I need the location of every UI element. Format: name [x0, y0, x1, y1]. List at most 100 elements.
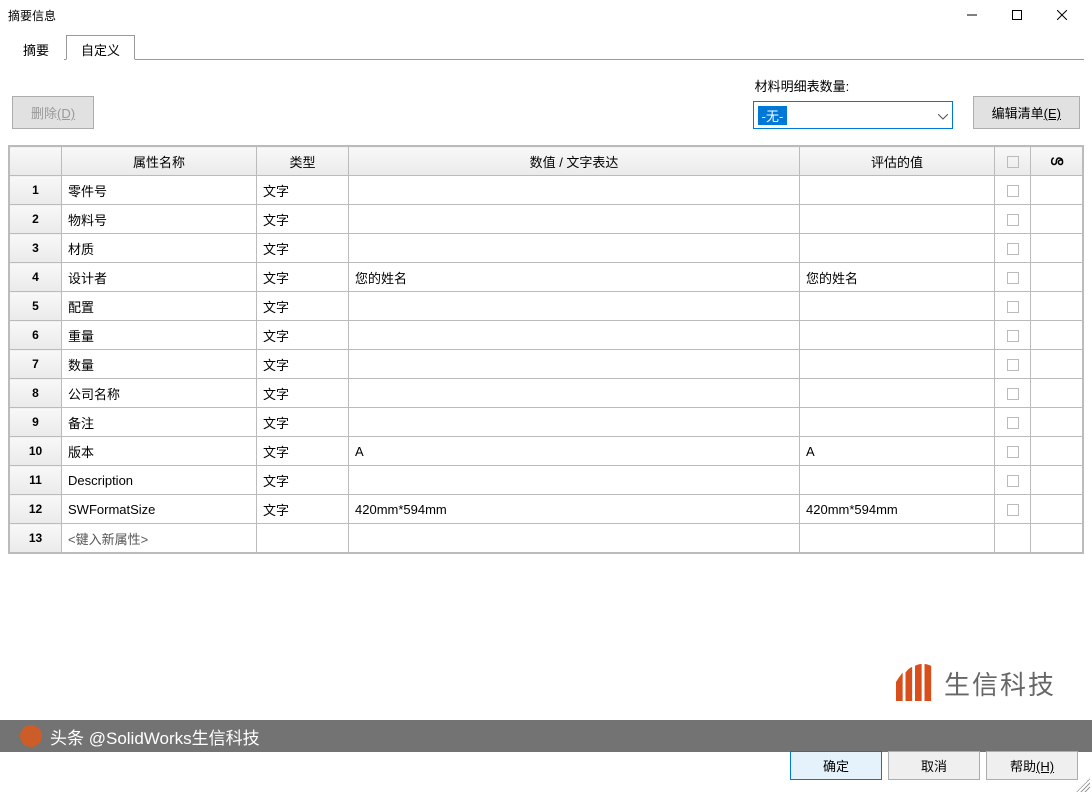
cell-type[interactable]: 文字 — [257, 379, 349, 408]
cell-link[interactable] — [1031, 263, 1083, 292]
cell-value[interactable] — [349, 408, 800, 437]
cancel-button[interactable]: 取消 — [888, 751, 980, 780]
cell-link[interactable] — [1031, 350, 1083, 379]
cell-link[interactable] — [1031, 495, 1083, 524]
minimize-button[interactable] — [949, 0, 994, 30]
table-row[interactable]: 10版本文字AA — [10, 437, 1083, 466]
cell-value[interactable]: 您的姓名 — [349, 263, 800, 292]
cell-link[interactable] — [1031, 292, 1083, 321]
cell-value[interactable] — [349, 292, 800, 321]
cell-type[interactable]: 文字 — [257, 176, 349, 205]
cell-name[interactable]: 零件号 — [62, 176, 257, 205]
cell-type[interactable]: 文字 — [257, 263, 349, 292]
header-eval[interactable]: 评估的值 — [800, 147, 995, 176]
cell-name[interactable]: 公司名称 — [62, 379, 257, 408]
cell-link[interactable] — [1031, 437, 1083, 466]
delete-button[interactable]: 删除(D) — [12, 96, 94, 129]
cell-type[interactable]: 文字 — [257, 437, 349, 466]
cell-check[interactable] — [995, 234, 1031, 263]
cell-value[interactable] — [349, 524, 800, 553]
tab-summary[interactable]: 摘要 — [8, 35, 64, 60]
cell-value[interactable] — [349, 234, 800, 263]
cell-type[interactable]: 文字 — [257, 234, 349, 263]
resize-grip[interactable] — [1076, 778, 1090, 792]
cell-link[interactable] — [1031, 234, 1083, 263]
cell-name[interactable]: 重量 — [62, 321, 257, 350]
help-button[interactable]: 帮助(H) — [986, 751, 1078, 780]
ok-button[interactable]: 确定 — [790, 751, 882, 780]
table-row[interactable]: 9备注文字 — [10, 408, 1083, 437]
table-row-new[interactable]: 13<键入新属性> — [10, 524, 1083, 553]
cell-type[interactable]: 文字 — [257, 466, 349, 495]
cell-value[interactable] — [349, 176, 800, 205]
cell-check[interactable] — [995, 176, 1031, 205]
cell-link[interactable] — [1031, 379, 1083, 408]
edit-list-button[interactable]: 编辑清单(E) — [973, 96, 1080, 129]
cell-name[interactable]: 设计者 — [62, 263, 257, 292]
tab-custom[interactable]: 自定义 — [66, 35, 135, 60]
table-row[interactable]: 8公司名称文字 — [10, 379, 1083, 408]
cell-type[interactable]: 文字 — [257, 350, 349, 379]
table-row[interactable]: 3材质文字 — [10, 234, 1083, 263]
table-row[interactable]: 5配置文字 — [10, 292, 1083, 321]
table-row[interactable]: 4设计者文字您的姓名您的姓名 — [10, 263, 1083, 292]
cell-type[interactable]: 文字 — [257, 408, 349, 437]
cell-type[interactable] — [257, 524, 349, 553]
cell-link[interactable] — [1031, 321, 1083, 350]
table-row[interactable]: 11Description文字 — [10, 466, 1083, 495]
cell-link[interactable] — [1031, 176, 1083, 205]
cell-link[interactable] — [1031, 205, 1083, 234]
table-row[interactable]: 2物料号文字 — [10, 205, 1083, 234]
cell-link[interactable] — [1031, 408, 1083, 437]
cell-name[interactable]: SWFormatSize — [62, 495, 257, 524]
cell-link[interactable] — [1031, 466, 1083, 495]
cell-name[interactable]: Description — [62, 466, 257, 495]
cell-name[interactable]: 数量 — [62, 350, 257, 379]
cell-type[interactable]: 文字 — [257, 495, 349, 524]
cell-check[interactable] — [995, 408, 1031, 437]
cell-link[interactable] — [1031, 524, 1083, 553]
header-corner[interactable] — [10, 147, 62, 176]
cell-name[interactable]: 配置 — [62, 292, 257, 321]
maximize-button[interactable] — [994, 0, 1039, 30]
cell-type[interactable]: 文字 — [257, 292, 349, 321]
cell-check[interactable] — [995, 350, 1031, 379]
cell-check[interactable] — [995, 263, 1031, 292]
cell-name-new[interactable]: <键入新属性> — [62, 524, 257, 553]
cell-value[interactable] — [349, 379, 800, 408]
cell-value[interactable]: 420mm*594mm — [349, 495, 800, 524]
cell-name[interactable]: 版本 — [62, 437, 257, 466]
bom-dropdown[interactable]: -无- — [753, 101, 953, 129]
cell-type[interactable]: 文字 — [257, 321, 349, 350]
cell-eval — [800, 292, 995, 321]
table-row[interactable]: 12SWFormatSize文字420mm*594mm420mm*594mm — [10, 495, 1083, 524]
cell-check[interactable] — [995, 495, 1031, 524]
cell-check[interactable] — [995, 437, 1031, 466]
header-check[interactable] — [995, 147, 1031, 176]
cell-check[interactable] — [995, 379, 1031, 408]
cell-type[interactable]: 文字 — [257, 205, 349, 234]
checkbox-icon — [1007, 388, 1019, 400]
close-button[interactable] — [1039, 0, 1084, 30]
cell-name[interactable]: 材质 — [62, 234, 257, 263]
cell-check[interactable] — [995, 524, 1031, 553]
cell-value[interactable]: A — [349, 437, 800, 466]
cell-check[interactable] — [995, 205, 1031, 234]
header-link[interactable]: ശ — [1031, 147, 1083, 176]
table-row[interactable]: 7数量文字 — [10, 350, 1083, 379]
header-value[interactable]: 数值 / 文字表达 — [349, 147, 800, 176]
header-name[interactable]: 属性名称 — [62, 147, 257, 176]
cell-name[interactable]: 物料号 — [62, 205, 257, 234]
cell-value[interactable] — [349, 350, 800, 379]
cell-check[interactable] — [995, 292, 1031, 321]
cell-value[interactable] — [349, 466, 800, 495]
cell-check[interactable] — [995, 321, 1031, 350]
table-row[interactable]: 6重量文字 — [10, 321, 1083, 350]
cell-name[interactable]: 备注 — [62, 408, 257, 437]
header-type[interactable]: 类型 — [257, 147, 349, 176]
row-number: 13 — [10, 524, 62, 553]
cell-value[interactable] — [349, 205, 800, 234]
table-row[interactable]: 1零件号文字 — [10, 176, 1083, 205]
cell-value[interactable] — [349, 321, 800, 350]
cell-check[interactable] — [995, 466, 1031, 495]
